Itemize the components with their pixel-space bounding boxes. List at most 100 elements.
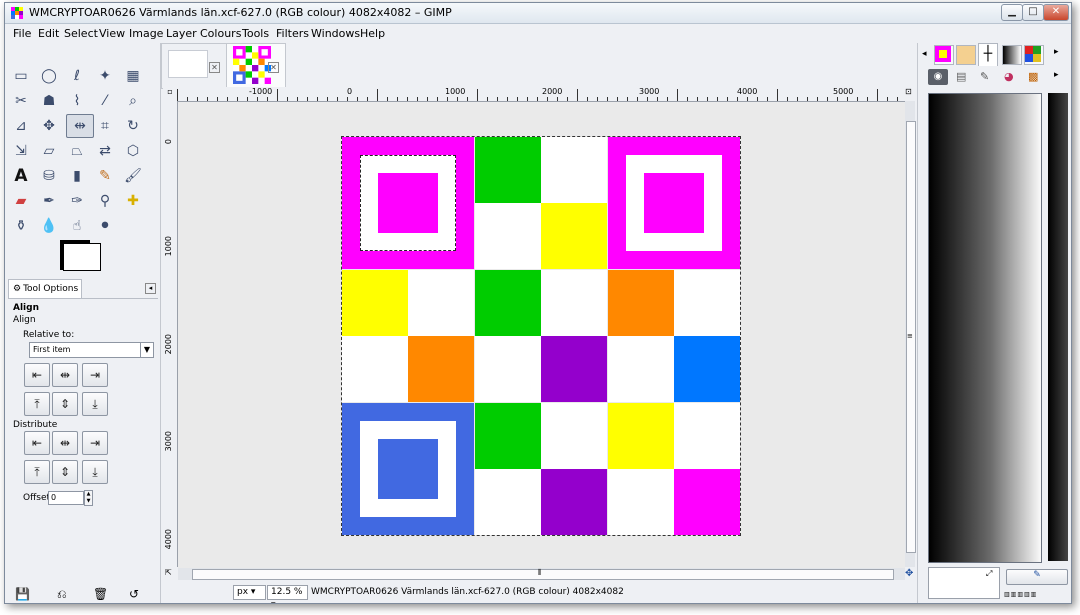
lasso-icon[interactable]: ℓ xyxy=(66,65,88,87)
align-tool-icon[interactable]: ⇹ xyxy=(66,114,94,138)
tab-patterns[interactable] xyxy=(934,45,954,65)
paintbrush-icon[interactable]: 🖌 xyxy=(122,165,144,187)
minimize-button[interactable]: ▁ xyxy=(1001,4,1023,21)
image-tab-1[interactable]: ✕ xyxy=(161,43,227,89)
menu-edit[interactable]: Edit xyxy=(38,27,59,40)
rect-select-icon[interactable]: ▭ xyxy=(10,65,32,87)
blur-icon[interactable]: 💧 xyxy=(38,215,60,237)
menu-layer[interactable]: Layer xyxy=(166,27,197,40)
vertical-scrollbar[interactable]: ≡ xyxy=(905,101,916,567)
align-center-button[interactable]: ⇹ xyxy=(52,363,78,387)
tab-images[interactable] xyxy=(956,45,976,65)
ink-icon[interactable]: ✑ xyxy=(66,190,88,212)
move-icon[interactable]: ✥ xyxy=(38,115,60,137)
relative-to-select[interactable]: First item ▼ xyxy=(29,342,154,358)
gradient-preview[interactable] xyxy=(928,93,1042,563)
menu-view[interactable]: View xyxy=(99,27,125,40)
background-color[interactable] xyxy=(63,243,101,271)
fg-bg-colors[interactable] xyxy=(60,240,110,275)
scroll-thumb[interactable]: ⦀ xyxy=(192,568,894,580)
menu-file[interactable]: File xyxy=(13,27,31,40)
menu-colours[interactable]: Colours xyxy=(200,27,241,40)
tab-tool-options[interactable]: ⚙ Tool Options xyxy=(8,279,82,298)
align-top-button[interactable]: ⤒ xyxy=(24,392,50,416)
text-tool-icon[interactable]: A xyxy=(10,165,32,187)
eraser-icon[interactable]: ▰ xyxy=(10,190,32,212)
colormap-tab-icon[interactable]: ◕ xyxy=(1004,70,1014,83)
distribute-center-button[interactable]: ⇹ xyxy=(52,431,78,455)
align-right-button[interactable]: ⇥ xyxy=(82,363,108,387)
airbrush-icon[interactable]: ✒ xyxy=(38,190,60,212)
save-options-icon[interactable]: 💾 xyxy=(15,587,33,601)
close-icon[interactable]: ✕ xyxy=(209,62,220,73)
scissors-icon[interactable]: ✂ xyxy=(10,90,32,112)
ellipse-select-icon[interactable]: ◯ xyxy=(38,65,60,87)
offset-input[interactable]: 0 xyxy=(48,491,84,505)
channels-tab-icon[interactable]: ▤ xyxy=(956,70,966,83)
measure-icon[interactable]: ⊿ xyxy=(10,115,32,137)
menu-help[interactable]: Help xyxy=(360,27,385,40)
foreground-select-icon[interactable]: ☗ xyxy=(38,90,60,112)
tab-gradients[interactable] xyxy=(1002,45,1022,65)
paths-tab-icon[interactable]: ✎ xyxy=(980,70,989,83)
blend-icon[interactable]: ▮ xyxy=(66,165,88,187)
heal-icon[interactable]: ✚ xyxy=(122,190,144,212)
distribute-bottom-button[interactable]: ⤓ xyxy=(82,460,108,484)
brush-expand-icon[interactable]: ⤢ xyxy=(986,569,992,579)
shear-icon[interactable]: ▱ xyxy=(38,140,60,162)
clone-icon[interactable]: ⚲ xyxy=(94,190,116,212)
fuzzy-select-icon[interactable]: ✦ xyxy=(94,65,116,87)
close-icon[interactable]: ✕ xyxy=(268,62,279,73)
tab-brushes[interactable]: ┼ xyxy=(978,43,998,66)
histogram-tab-icon[interactable]: ▩ xyxy=(1028,70,1038,83)
scroll-thumb[interactable]: ≡ xyxy=(906,121,916,553)
distribute-middle-button[interactable]: ⇕ xyxy=(52,460,78,484)
dock-menu-icon[interactable]: ▸ xyxy=(1054,47,1059,57)
menu-filters[interactable]: Filters xyxy=(276,27,309,40)
dodge-burn-icon[interactable]: ⚫ xyxy=(94,215,116,237)
horizontal-scrollbar[interactable]: ⦀ xyxy=(178,568,905,580)
reset-options-icon[interactable]: ↺ xyxy=(129,587,147,601)
gradient-preview-secondary[interactable] xyxy=(1048,93,1068,561)
distribute-left-button[interactable]: ⇤ xyxy=(24,431,50,455)
edit-brush-button[interactable]: ✎ xyxy=(1006,569,1068,585)
bucket-fill-icon[interactable]: ⛁ xyxy=(38,165,60,187)
menu-select[interactable]: Select xyxy=(64,27,98,40)
zoom-icon[interactable]: ⌕ xyxy=(122,90,144,112)
restore-options-icon[interactable]: ⎌ xyxy=(57,587,75,601)
unit-select[interactable]: px ▾ xyxy=(233,585,266,600)
pencil-icon[interactable]: ✎ xyxy=(94,165,116,187)
align-left-button[interactable]: ⇤ xyxy=(24,363,50,387)
distribute-top-button[interactable]: ⤒ xyxy=(24,460,50,484)
zoom-select[interactable]: 12.5 % ▾ xyxy=(267,585,308,603)
distribute-right-button[interactable]: ⇥ xyxy=(82,431,108,455)
perspective-clone-icon[interactable]: ⚱ xyxy=(10,215,32,237)
align-middle-button[interactable]: ⇕ xyxy=(52,392,78,416)
menu-windows[interactable]: Windows xyxy=(311,27,360,40)
rotate-icon[interactable]: ↻ xyxy=(122,115,144,137)
navigate-icon[interactable]: ⊡ xyxy=(905,87,915,101)
flip-icon[interactable]: ⇄ xyxy=(94,140,116,162)
vertical-ruler[interactable]: 0 1000 2000 3000 4000 xyxy=(163,101,178,567)
perspective-icon[interactable]: ⏢ xyxy=(66,140,88,162)
paths-icon[interactable]: ⌇ xyxy=(66,90,88,112)
smudge-icon[interactable]: ☝ xyxy=(66,215,88,237)
horizontal-ruler[interactable]: -1000 0 1000 2000 3000 4000 5000 xyxy=(177,87,905,102)
image-canvas[interactable] xyxy=(178,102,905,568)
panel-menu-icon[interactable]: ◂ xyxy=(145,283,156,294)
offset-spinner-icon[interactable]: ▲ ▼ xyxy=(84,490,93,506)
menu-image[interactable]: Image xyxy=(129,27,163,40)
navigate-cross-icon[interactable]: ✥ xyxy=(905,568,915,580)
pointer-icon[interactable]: ⇱ xyxy=(165,568,177,580)
color-select-icon[interactable]: ▦ xyxy=(122,65,144,87)
color-picker-icon[interactable]: ⁄ xyxy=(94,90,116,112)
dock-scroll-left-icon[interactable]: ◂ xyxy=(922,49,927,59)
quick-mask-corner-icon[interactable]: ▫ xyxy=(163,87,177,101)
menu-tools[interactable]: Tools xyxy=(242,27,269,40)
maximize-button[interactable]: □ xyxy=(1022,4,1044,21)
tab-palettes[interactable] xyxy=(1024,45,1044,65)
layers-tab-icon[interactable]: ◉ xyxy=(928,69,948,85)
dock-menu-icon[interactable]: ▸ xyxy=(1054,70,1059,80)
qr-image[interactable] xyxy=(341,136,741,536)
delete-options-icon[interactable]: 🗑 xyxy=(93,587,111,601)
